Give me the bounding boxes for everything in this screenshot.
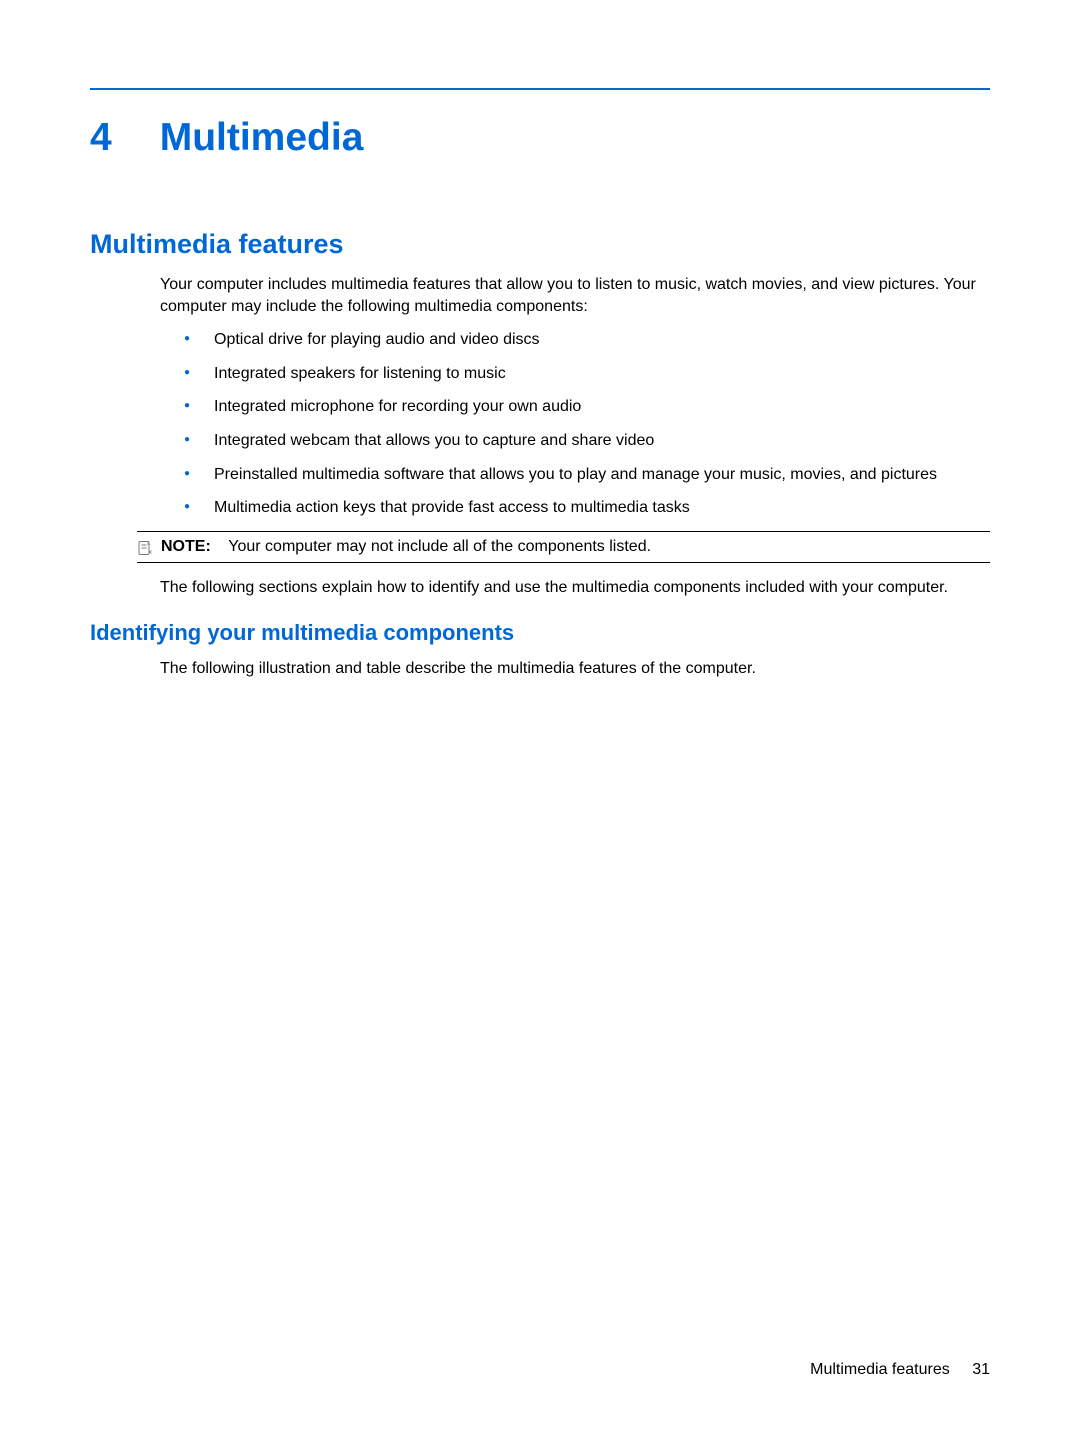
footer-page-number: 31 [972, 1361, 990, 1379]
footer-section-label: Multimedia features [810, 1361, 950, 1378]
chapter-title: Multimedia [160, 118, 364, 157]
section-heading: Multimedia features [90, 229, 990, 260]
note-text: Your computer may not include all of the… [228, 538, 651, 555]
list-item: Integrated speakers for listening to mus… [184, 363, 990, 385]
section-intro: Your computer includes multimedia featur… [160, 274, 990, 317]
after-note-text: The following sections explain how to id… [160, 577, 990, 599]
list-item: Optical drive for playing audio and vide… [184, 329, 990, 351]
subsection-text: The following illustration and table des… [160, 658, 990, 680]
chapter-heading: 4 Multimedia [90, 118, 990, 157]
note-box: NOTE: Your computer may not include all … [137, 531, 990, 563]
chapter-number: 4 [90, 118, 112, 157]
list-item: Preinstalled multimedia software that al… [184, 464, 990, 486]
list-item: Integrated microphone for recording your… [184, 396, 990, 418]
bullet-list: Optical drive for playing audio and vide… [184, 329, 990, 519]
list-item: Integrated webcam that allows you to cap… [184, 430, 990, 452]
page-footer: Multimedia features 31 [810, 1361, 990, 1379]
note-icon [137, 540, 153, 556]
list-item: Multimedia action keys that provide fast… [184, 497, 990, 519]
note-label: NOTE: [161, 538, 211, 555]
note-content: NOTE: Your computer may not include all … [161, 538, 651, 556]
chapter-rule [90, 88, 990, 90]
subsection-heading: Identifying your multimedia components [90, 620, 990, 646]
